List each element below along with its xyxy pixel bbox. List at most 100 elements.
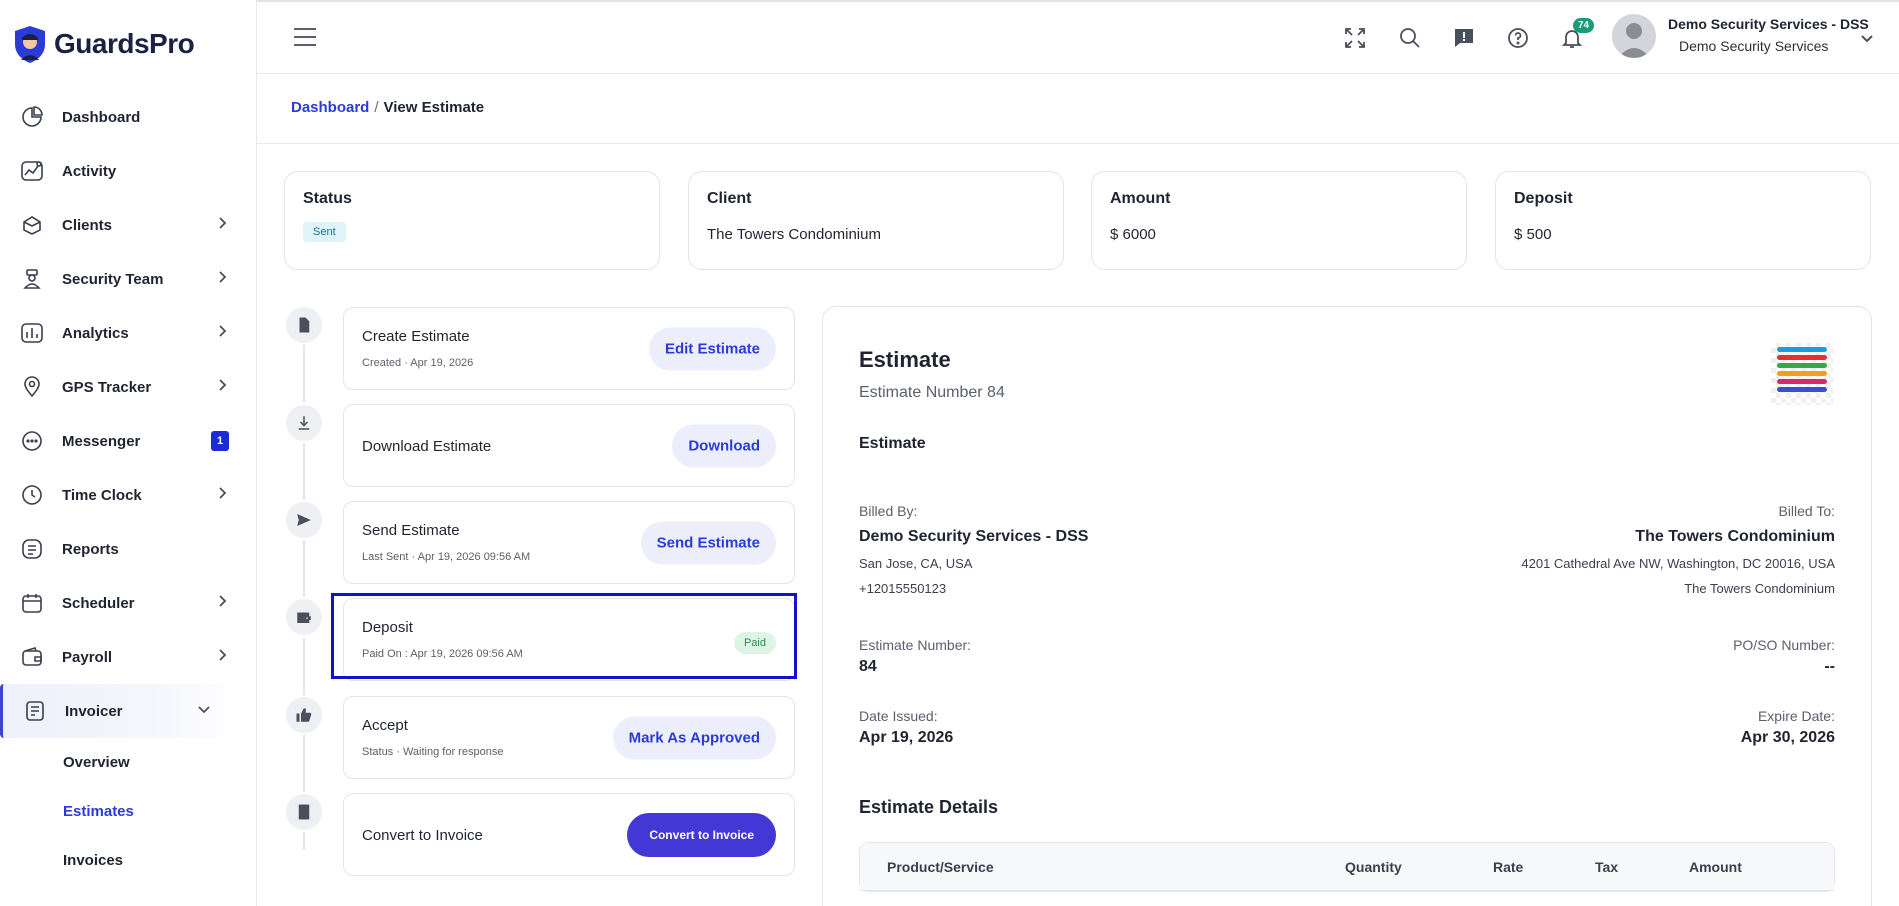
estimate-number-line: Estimate Number 84 <box>859 384 1005 401</box>
mark-as-approved-button[interactable]: Mark As Approved <box>612 716 776 759</box>
fullscreen-icon[interactable] <box>1341 24 1369 52</box>
brand-name: GuardsPro <box>54 28 195 59</box>
step-subtitle: Status · Waiting for response <box>362 746 504 758</box>
sidebar-item-clients[interactable]: Clients <box>0 198 257 252</box>
user-silhouette-icon <box>1618 23 1650 58</box>
sidebar-item-gps-tracker[interactable]: GPS Tracker <box>0 360 257 414</box>
step-title: Convert to Invoice <box>362 827 483 844</box>
convert-to-invoice-button[interactable]: Convert to Invoice <box>627 812 776 857</box>
chevron-down-icon[interactable] <box>1859 30 1875 46</box>
company-logo <box>1771 343 1833 405</box>
help-icon[interactable] <box>1504 24 1532 52</box>
sidebar: GuardsPro Dashboard Activity Clients Sec… <box>0 0 257 906</box>
sidebar-item-time-clock[interactable]: Time Clock <box>0 468 257 522</box>
step-title: Send Estimate <box>362 522 460 539</box>
sidebar-subitem-invoices[interactable]: Invoices <box>0 836 257 885</box>
guard-logo-icon <box>15 26 45 63</box>
client-value: The Towers Condominium <box>707 226 881 243</box>
deposit-card: Deposit $ 500 <box>1495 171 1871 270</box>
sidebar-item-label: Analytics <box>62 324 129 342</box>
breadcrumb-link-dashboard[interactable]: Dashboard <box>291 99 369 116</box>
logo-stripe <box>1777 379 1827 384</box>
sidebar-item-label: Payroll <box>62 648 113 666</box>
clock-icon <box>20 483 44 507</box>
document-icon <box>284 305 324 345</box>
timeline-line <box>303 320 305 850</box>
billed-to-label: Billed To: <box>1778 503 1835 519</box>
column-header-tax: Tax <box>1575 843 1669 891</box>
sidebar-item-invoicer[interactable]: Invoicer <box>0 684 239 738</box>
step-title: Create Estimate <box>362 328 470 345</box>
client-card: Client The Towers Condominium <box>688 171 1064 270</box>
sidebar-item-label: Activity <box>62 162 117 180</box>
chevron-right-icon <box>215 378 229 397</box>
card-title: Client <box>707 190 752 207</box>
security-team-icon <box>20 267 44 291</box>
send-icon <box>284 500 324 540</box>
expire-date-value: Apr 30, 2026 <box>1740 729 1835 746</box>
status-badge: Sent <box>303 222 346 242</box>
send-estimate-button[interactable]: Send Estimate <box>640 521 776 564</box>
invoice-icon <box>23 699 47 723</box>
sidebar-item-label: GPS Tracker <box>62 378 152 396</box>
notification-count-badge: 74 <box>1573 18 1595 33</box>
billed-to-extra: The Towers Condominium <box>1684 581 1835 596</box>
hamburger-line <box>294 44 316 46</box>
logo-stripe <box>1777 355 1827 360</box>
sidebar-item-reports[interactable]: Reports <box>0 522 257 576</box>
estimate-subheading: Estimate <box>859 435 926 452</box>
user-name[interactable]: Demo Security Services - DSS <box>1668 16 1869 32</box>
brand[interactable]: GuardsPro <box>12 24 195 64</box>
sidebar-subitem-estimates[interactable]: Estimates <box>0 787 257 836</box>
chevron-right-icon <box>215 648 229 667</box>
feedback-icon[interactable] <box>1450 24 1478 52</box>
topbar: 74 Demo Security Services - DSS Demo Sec… <box>257 0 1899 74</box>
estimate-number-value: 84 <box>859 658 877 675</box>
bell-icon[interactable]: 74 <box>1558 18 1595 52</box>
sidebar-item-dashboard[interactable]: Dashboard <box>0 90 257 144</box>
po-number-value: -- <box>1824 658 1835 675</box>
status-card: Status Sent <box>284 171 660 270</box>
download-button[interactable]: Download <box>672 424 776 467</box>
billed-by-name: Demo Security Services - DSS <box>859 528 1089 545</box>
reports-icon <box>20 537 44 561</box>
logo-stripe <box>1777 371 1827 376</box>
estimate-title: Estimate <box>859 347 951 372</box>
billed-by-phone: +12015550123 <box>859 581 947 596</box>
sidebar-item-payroll[interactable]: Payroll <box>0 630 257 684</box>
sidebar-item-scheduler[interactable]: Scheduler <box>0 576 257 630</box>
logo-stripe <box>1777 363 1827 368</box>
user-org: Demo Security Services <box>1679 38 1829 54</box>
sidebar-item-security-team[interactable]: Security Team <box>0 252 257 306</box>
sidebar-subitem-overview[interactable]: Overview <box>0 738 257 787</box>
search-icon[interactable] <box>1396 24 1424 52</box>
po-number-label: PO/SO Number: <box>1733 637 1835 653</box>
table-header-row: Product/Service Quantity Rate Tax Amount <box>860 843 1834 891</box>
sidebar-item-analytics[interactable]: Analytics <box>0 306 257 360</box>
avatar[interactable] <box>1612 14 1656 58</box>
sidebar-item-label: Invoicer <box>65 702 123 720</box>
card-title: Status <box>303 190 352 207</box>
step-accept: Accept Status · Waiting for response Mar… <box>343 696 795 779</box>
hamburger-line <box>294 36 316 38</box>
billed-to-address: 4201 Cathedral Ave NW, Washington, DC 20… <box>1521 556 1835 571</box>
column-header-amount: Amount <box>1669 843 1834 891</box>
chevron-right-icon <box>215 324 229 343</box>
sidebar-item-activity[interactable]: Activity <box>0 144 257 198</box>
sidebar-item-messenger[interactable]: Messenger 1 <box>0 414 257 468</box>
breadcrumb-separator: / <box>374 99 379 116</box>
expire-date-label: Expire Date: <box>1757 708 1835 724</box>
deposit-value: $ 500 <box>1514 226 1552 243</box>
amount-card: Amount $ 6000 <box>1091 171 1467 270</box>
dashboard-icon <box>20 105 44 129</box>
step-convert-to-invoice: Convert to Invoice Convert to Invoice <box>343 793 795 876</box>
edit-estimate-button[interactable]: Edit Estimate <box>648 327 776 370</box>
chevron-right-icon <box>215 216 229 235</box>
logo-stripe <box>1777 387 1827 392</box>
menu-toggle-button[interactable] <box>294 28 316 46</box>
sidebar-nav: Dashboard Activity Clients Security Team… <box>0 90 257 885</box>
estimate-details-heading: Estimate Details <box>859 797 999 817</box>
column-header-product: Product/Service <box>860 843 1325 891</box>
deposit-highlight-frame <box>331 593 797 679</box>
step-title: Download Estimate <box>362 438 492 455</box>
